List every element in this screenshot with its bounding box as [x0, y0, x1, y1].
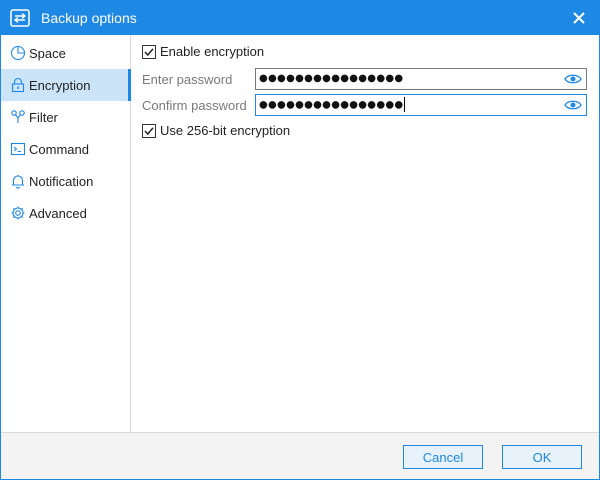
sidebar-item-label: Filter: [29, 110, 58, 125]
confirm-password-value: ●●●●●●●●●●●●●●●●: [259, 99, 404, 111]
text-caret: [404, 97, 406, 112]
eye-icon[interactable]: [564, 98, 582, 112]
sidebar-item-label: Command: [29, 142, 89, 157]
confirm-password-value-wrap: ●●●●●●●●●●●●●●●●: [259, 97, 406, 114]
sidebar-item-encryption[interactable]: Encryption: [1, 69, 131, 101]
options-sidebar: Space Encryption Filter Command Notifica…: [1, 35, 131, 432]
close-icon[interactable]: [571, 10, 587, 26]
confirm-password-field[interactable]: ●●●●●●●●●●●●●●●●: [255, 94, 587, 116]
sidebar-item-advanced[interactable]: Advanced: [1, 197, 130, 229]
filter-icon: [11, 110, 25, 123]
checkbox-box[interactable]: [142, 124, 156, 138]
eye-icon[interactable]: [564, 72, 582, 86]
use-256-bit-label: Use 256-bit encryption: [160, 123, 291, 138]
dialog-footer: Cancel OK: [1, 432, 599, 479]
title-bar: Backup options: [1, 1, 599, 35]
gear-icon: [11, 206, 25, 220]
sidebar-item-command[interactable]: Command: [1, 133, 130, 165]
bell-icon: [12, 175, 24, 189]
sidebar-item-label: Advanced: [29, 206, 87, 221]
checkmark-icon: [144, 127, 154, 136]
enter-password-value: ●●●●●●●●●●●●●●●●: [259, 73, 404, 84]
lock-icon: [11, 77, 25, 93]
sidebar-item-filter[interactable]: Filter: [1, 101, 130, 133]
backup-options-dialog: Backup options Space Encryption Filter C…: [0, 0, 600, 480]
sidebar-item-label: Encryption: [29, 78, 91, 93]
cancel-button[interactable]: Cancel: [403, 445, 483, 469]
enable-encryption-label: Enable encryption: [160, 44, 265, 59]
encryption-panel: Enable encryption Enter password ●●●●●●●…: [131, 35, 599, 432]
checkbox-box[interactable]: [142, 45, 156, 59]
sidebar-item-label: Space: [29, 46, 66, 61]
window-title: Backup options: [41, 10, 137, 26]
sidebar-item-space[interactable]: Space: [1, 37, 130, 69]
transfer-arrows-icon: [10, 9, 30, 27]
enter-password-label: Enter password: [142, 72, 233, 87]
sidebar-item-notification[interactable]: Notification: [1, 165, 130, 197]
confirm-password-label: Confirm password: [142, 98, 247, 113]
enter-password-field[interactable]: ●●●●●●●●●●●●●●●●: [255, 68, 587, 90]
ok-button[interactable]: OK: [502, 445, 582, 469]
sidebar-item-label: Notification: [29, 174, 94, 189]
checkmark-icon: [144, 48, 154, 57]
terminal-icon: [10, 142, 26, 156]
pie-chart-icon: [10, 45, 26, 61]
